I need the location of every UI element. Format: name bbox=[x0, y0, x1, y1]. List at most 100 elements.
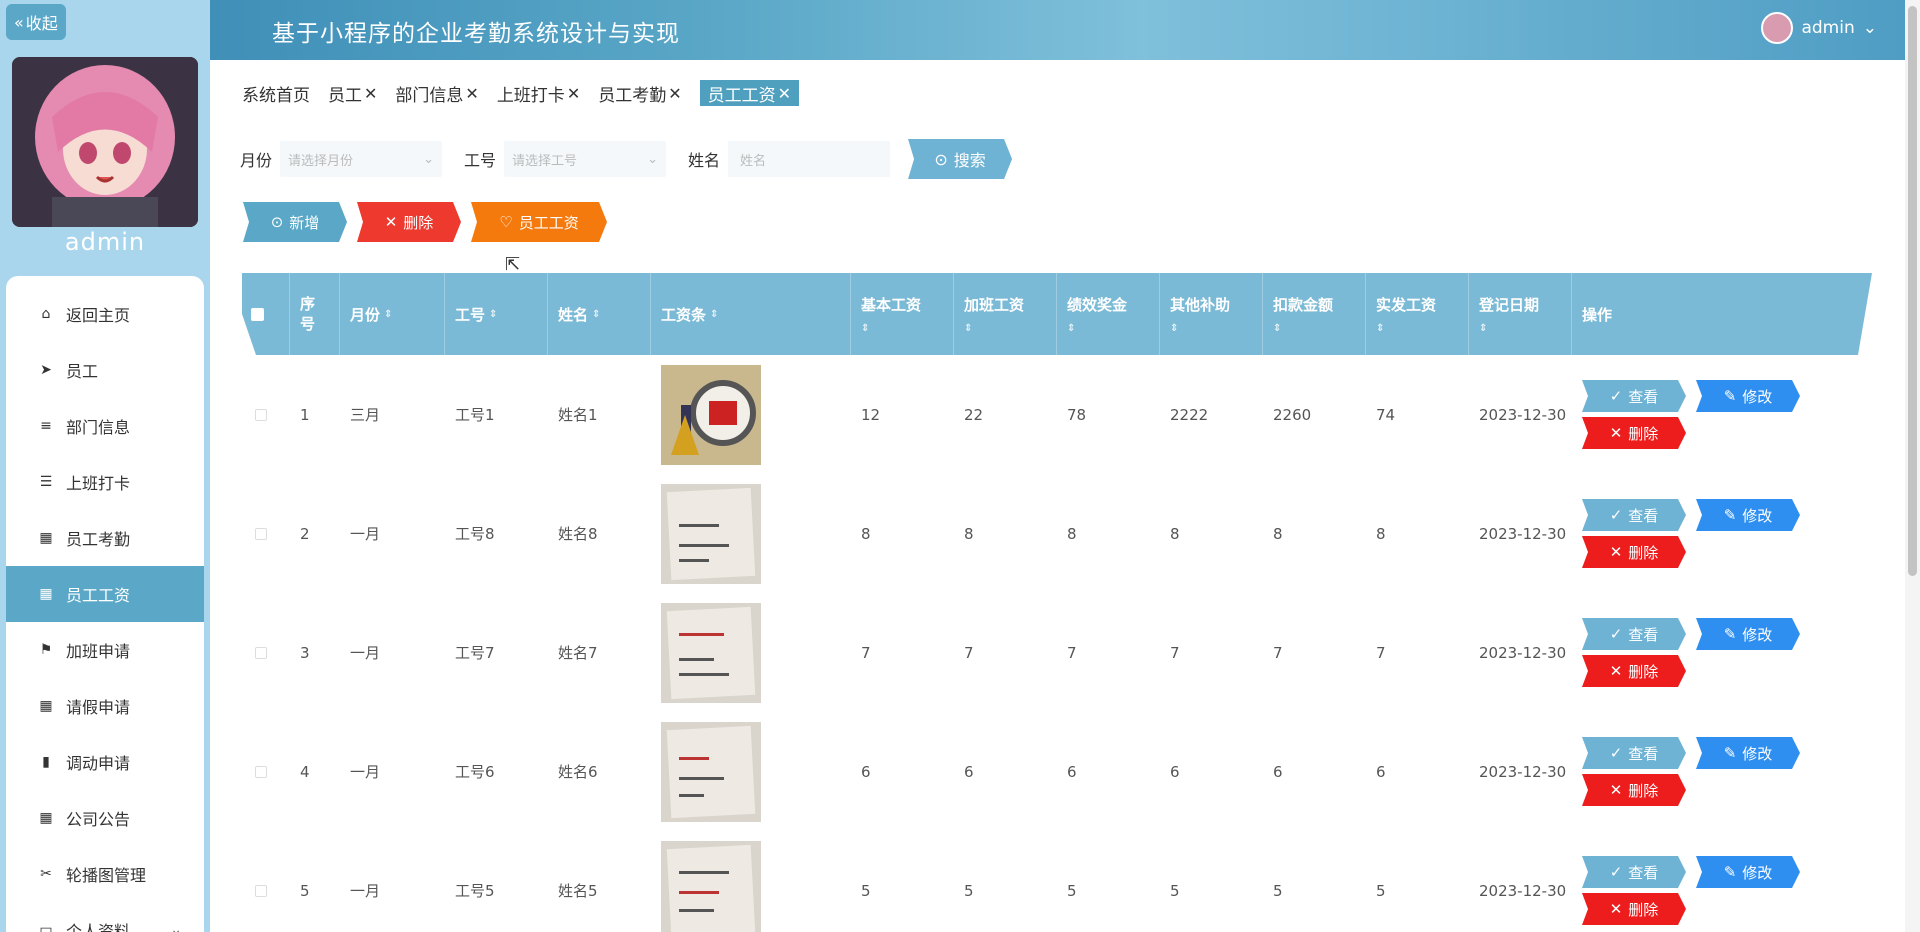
close-icon[interactable]: ✕ bbox=[668, 84, 681, 103]
home-icon: ⌂ bbox=[41, 306, 51, 322]
scrollbar-thumb[interactable] bbox=[1908, 6, 1917, 576]
edit-icon: ✎ bbox=[1723, 744, 1737, 762]
add-button[interactable]: ⊙ 新增 bbox=[243, 202, 347, 242]
sidebar-item-salary[interactable]: ▦ 员工工资 bbox=[6, 566, 204, 622]
sort-icon[interactable]: ⇕ bbox=[710, 309, 718, 320]
header-select-all[interactable] bbox=[242, 273, 290, 355]
salary-slip-image[interactable] bbox=[661, 483, 761, 584]
bar-chart-icon: ▮ bbox=[42, 754, 50, 770]
tab-salary[interactable]: 员工工资 ✕ bbox=[699, 80, 800, 106]
cell-net: 8 bbox=[1376, 524, 1386, 543]
header-id[interactable]: 工号 ⇕ bbox=[445, 273, 548, 355]
tab-department[interactable]: 部门信息 ✕ bbox=[395, 80, 478, 106]
salary-table: 序号 月份 ⇕ 工号 ⇕ 姓名 ⇕ 工资条 ⇕ 基本工资 ⇕ 加班工资 ⇕ 绩效奖金 ⇕ 其他… bbox=[242, 273, 1872, 932]
tab-attendance[interactable]: 员工考勤 ✕ bbox=[598, 80, 681, 106]
sort-icon[interactable]: ⇕ bbox=[1376, 323, 1384, 334]
edit-button[interactable]: ✎ 修改 bbox=[1696, 737, 1800, 769]
salary-slip-image[interactable] bbox=[661, 364, 761, 465]
cell-net: 7 bbox=[1376, 643, 1386, 662]
sidebar-item-overtime[interactable]: ⚑ 加班申请 bbox=[6, 622, 204, 678]
tab-clock-in[interactable]: 上班打卡 ✕ bbox=[497, 80, 580, 106]
sort-icon[interactable]: ⇕ bbox=[489, 309, 497, 320]
header-other[interactable]: 其他补助 ⇕ bbox=[1160, 273, 1263, 355]
header-slip[interactable]: 工资条 ⇕ bbox=[651, 273, 851, 355]
view-button[interactable]: ✓ 查看 bbox=[1582, 618, 1686, 650]
delete-row-button[interactable]: ✕ 删除 bbox=[1582, 893, 1686, 925]
sidebar-item-announcement[interactable]: ▦ 公司公告 bbox=[6, 790, 204, 846]
sort-icon[interactable]: ⇕ bbox=[1273, 323, 1281, 334]
row-checkbox[interactable] bbox=[255, 646, 267, 659]
header-month[interactable]: 月份 ⇕ bbox=[340, 273, 445, 355]
check-circle-icon: ⊙ bbox=[270, 213, 284, 231]
sort-icon[interactable]: ⇕ bbox=[861, 323, 869, 334]
sidebar-item-attendance[interactable]: ▦ 员工考勤 bbox=[6, 510, 204, 566]
sidebar-item-clock-in[interactable]: ☰ 上班打卡 bbox=[6, 454, 204, 510]
close-icon[interactable]: ✕ bbox=[364, 84, 377, 103]
delete-row-button[interactable]: ✕ 删除 bbox=[1582, 774, 1686, 806]
sort-icon[interactable]: ⇕ bbox=[1170, 323, 1178, 334]
tab-label: 员工 bbox=[328, 85, 362, 106]
row-checkbox[interactable] bbox=[255, 884, 267, 897]
sidebar-item-carousel[interactable]: ✂ 轮播图管理 bbox=[6, 846, 204, 902]
select-all-checkbox[interactable] bbox=[251, 308, 264, 321]
sidebar-item-label: 员工考勤 bbox=[66, 530, 131, 549]
page-scrollbar[interactable] bbox=[1905, 0, 1920, 932]
delete-row-button[interactable]: ✕ 删除 bbox=[1582, 536, 1686, 568]
view-button[interactable]: ✓ 查看 bbox=[1582, 856, 1686, 888]
view-label: 查看 bbox=[1628, 744, 1659, 763]
header-deduct[interactable]: 扣款金额 ⇕ bbox=[1263, 273, 1366, 355]
sidebar-item-profile[interactable]: ▭ 个人资料 ⌄ bbox=[6, 902, 204, 932]
sidebar-item-leave[interactable]: ▦ 请假申请 bbox=[6, 678, 204, 734]
view-button[interactable]: ✓ 查看 bbox=[1582, 380, 1686, 412]
delete-row-button[interactable]: ✕ 删除 bbox=[1582, 655, 1686, 687]
sort-icon[interactable]: ⇕ bbox=[964, 323, 972, 334]
sidebar-item-employee[interactable]: ➤ 员工 bbox=[6, 342, 204, 398]
sort-icon[interactable]: ⇕ bbox=[1479, 323, 1487, 334]
edit-button[interactable]: ✎ 修改 bbox=[1696, 380, 1800, 412]
salary-button[interactable]: ♡ 员工工资 bbox=[471, 202, 607, 242]
salary-button-label: 员工工资 bbox=[518, 213, 579, 232]
search-button[interactable]: ⊙ 搜索 bbox=[908, 139, 1012, 179]
view-button[interactable]: ✓ 查看 bbox=[1582, 499, 1686, 531]
cell-deduct: 8 bbox=[1273, 524, 1283, 543]
salary-slip-image[interactable] bbox=[661, 602, 761, 703]
name-input[interactable]: 姓名 bbox=[728, 141, 891, 177]
header-net[interactable]: 实发工资 ⇕ bbox=[1366, 273, 1469, 355]
close-icon[interactable]: ✕ bbox=[778, 84, 791, 103]
edit-button[interactable]: ✎ 修改 bbox=[1696, 499, 1800, 531]
row-checkbox[interactable] bbox=[255, 527, 267, 540]
close-icon[interactable]: ✕ bbox=[567, 84, 580, 103]
row-checkbox[interactable] bbox=[255, 765, 267, 778]
delete-button[interactable]: ✕ 删除 bbox=[357, 202, 461, 242]
collapse-button[interactable]: « 收起 bbox=[6, 4, 66, 40]
search-button-label: 搜索 bbox=[953, 151, 986, 170]
tab-employee[interactable]: 员工 ✕ bbox=[328, 80, 377, 106]
header-name[interactable]: 姓名 ⇕ bbox=[548, 273, 651, 355]
sidebar-item-transfer[interactable]: ▮ 调动申请 bbox=[6, 734, 204, 790]
sidebar-item-department[interactable]: ≡ 部门信息 bbox=[6, 398, 204, 454]
header-date[interactable]: 登记日期 ⇕ bbox=[1469, 273, 1572, 355]
edit-button[interactable]: ✎ 修改 bbox=[1696, 618, 1800, 650]
collapse-label: 收起 bbox=[25, 14, 58, 33]
salary-slip-image[interactable] bbox=[661, 721, 761, 822]
sidebar: « 收起 admin ⌂ 返回主页 ➤ 员工 ≡ 部门信息 ☰ 上班打卡 ▦ 员… bbox=[0, 0, 210, 932]
sidebar-item-home[interactable]: ⌂ 返回主页 bbox=[6, 286, 204, 342]
tab-home[interactable]: 系统首页 bbox=[242, 80, 310, 106]
header-overtime[interactable]: 加班工资 ⇕ bbox=[954, 273, 1057, 355]
id-select[interactable]: 请选择工号 ⌄ bbox=[504, 141, 667, 177]
sort-icon[interactable]: ⇕ bbox=[384, 309, 392, 320]
edit-button[interactable]: ✎ 修改 bbox=[1696, 856, 1800, 888]
table-row: 4 一月 工号6 姓名6 6 6 6 6 6 6 2023-12-30 ✓ 查看 … bbox=[242, 712, 1872, 831]
close-icon[interactable]: ✕ bbox=[465, 84, 478, 103]
header-base[interactable]: 基本工资 ⇕ bbox=[851, 273, 954, 355]
salary-slip-image[interactable] bbox=[661, 840, 761, 932]
sort-icon[interactable]: ⇕ bbox=[1067, 323, 1075, 334]
view-button[interactable]: ✓ 查看 bbox=[1582, 737, 1686, 769]
cell-index: 2 bbox=[300, 524, 310, 543]
user-menu[interactable]: admin ⌄ bbox=[1761, 12, 1877, 44]
header-bonus[interactable]: 绩效奖金 ⇕ bbox=[1057, 273, 1160, 355]
sort-icon[interactable]: ⇕ bbox=[592, 309, 600, 320]
month-select[interactable]: 请选择月份 ⌄ bbox=[280, 141, 443, 177]
delete-row-button[interactable]: ✕ 删除 bbox=[1582, 417, 1686, 449]
row-checkbox[interactable] bbox=[255, 408, 267, 421]
